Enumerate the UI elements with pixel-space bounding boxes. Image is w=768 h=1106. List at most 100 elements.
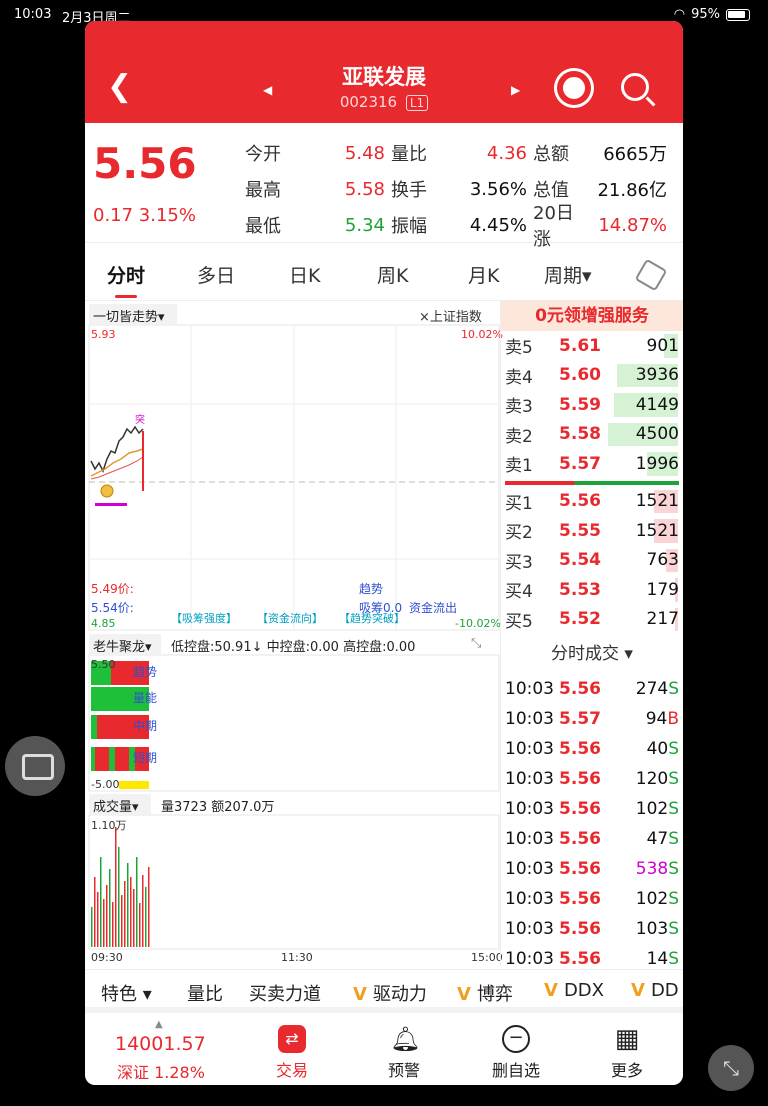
book-price: 5.54 xyxy=(559,550,601,571)
bid-list: 买1 5.56 1521 买2 5.55 1521 买3 5.54 763 买4 5.53 179 买5… xyxy=(501,487,683,635)
ask-row[interactable]: 卖5 5.61 901 xyxy=(501,331,683,361)
sub1-top: 5.50 xyxy=(91,658,116,671)
bid-row[interactable]: 买4 5.53 179 xyxy=(501,575,683,605)
ask-row[interactable]: 卖3 5.59 4149 xyxy=(501,390,683,420)
book-volume: 901 xyxy=(646,335,679,356)
book-volume: 4149 xyxy=(635,394,679,415)
ask-row[interactable]: 卖1 5.57 1996 xyxy=(501,449,683,479)
tool-drive[interactable]: V 驱动力 xyxy=(353,980,427,1006)
tab-daily-k[interactable]: 日K xyxy=(289,261,320,288)
tab-period[interactable]: 周期▾ xyxy=(544,261,592,288)
volume-bar xyxy=(124,881,126,947)
tool-dd[interactable]: V DD xyxy=(631,980,679,1001)
tick-price: 5.56 xyxy=(559,679,601,699)
book-volume: 179 xyxy=(646,579,679,600)
tab-multiday[interactable]: 多日 xyxy=(197,261,235,288)
tool-label: 驱动力 xyxy=(372,984,427,1005)
bid-row[interactable]: 买3 5.54 763 xyxy=(501,546,683,576)
tab-intraday[interactable]: 分时 xyxy=(107,261,145,298)
tick-price: 5.56 xyxy=(559,829,601,849)
promo-banner[interactable]: 0元领增强服务 xyxy=(501,301,683,331)
tool-label: DDX xyxy=(563,980,604,1001)
sub1-label: 趋势 xyxy=(133,665,158,679)
nav-remove-watch[interactable]: − 删自选 xyxy=(486,1025,546,1081)
book-volume: 4500 xyxy=(635,424,679,445)
book-volume: 763 xyxy=(646,550,679,571)
price-change: 0.17 3.15% xyxy=(93,205,196,226)
nav-alert[interactable]: 🔔︎ 预警 xyxy=(374,1025,434,1081)
tick-volume: 14S xyxy=(646,949,679,969)
sub2-selector[interactable]: 成交量▾ xyxy=(93,796,139,815)
tick-row: 10:03 5.56 103S xyxy=(501,914,683,944)
book-price: 5.60 xyxy=(559,365,601,386)
sub1-selector[interactable]: 老牛聚龙▾ xyxy=(93,636,152,655)
ask-row[interactable]: 卖4 5.60 3936 xyxy=(501,361,683,391)
index-value[interactable]: 14001.57 xyxy=(115,1033,206,1055)
book-level-label: 卖2 xyxy=(505,426,533,447)
tick-price: 5.57 xyxy=(559,709,601,729)
quote-value: 6665万 xyxy=(603,144,667,165)
nav-more[interactable]: ▦ 更多 xyxy=(597,1025,657,1081)
volume-bar xyxy=(91,907,93,947)
tick-volume: 103S xyxy=(635,919,679,939)
indicator-selector[interactable]: 一切皆走势▾ xyxy=(93,306,165,325)
vip-icon: V xyxy=(353,984,367,1005)
tick-volume: 40S xyxy=(646,739,679,759)
book-level-label: 买3 xyxy=(505,552,533,573)
quote-label: 最高 xyxy=(245,180,281,201)
tool-buy-sell-force[interactable]: 买卖力道 xyxy=(249,980,321,1006)
book-volume: 1521 xyxy=(635,491,679,512)
volume-bar xyxy=(106,885,108,947)
book-price: 5.53 xyxy=(559,579,601,600)
chat-float-icon[interactable] xyxy=(5,736,65,796)
ticks-header[interactable]: 分时成交 ▾ xyxy=(501,634,683,674)
bid-row[interactable]: 买1 5.56 1521 xyxy=(501,487,683,517)
quote-label: 换手 xyxy=(391,180,427,201)
chart-settings-icon[interactable] xyxy=(634,258,668,292)
tool-label: 博弈 xyxy=(476,984,513,1005)
expand-icon[interactable]: ⤡ xyxy=(471,636,481,651)
tick-volume: 94B xyxy=(645,709,679,729)
volume-axis-top: 1.10万 xyxy=(91,819,127,832)
index-name[interactable]: 深证 1.28% xyxy=(117,1059,205,1083)
overlay-label: 【资金流向】 xyxy=(257,612,323,625)
chart-area[interactable]: 突 一切皆走势▾ ×上证指数 5.93 10.02% 4.85 -10.02% … xyxy=(85,301,503,966)
overlay-label: 【趋势突破】 xyxy=(339,612,405,625)
compare-index[interactable]: ×上证指数 xyxy=(419,306,482,325)
sub1-bottom: -5.00 xyxy=(91,778,120,791)
book-level-label: 卖4 xyxy=(505,367,533,388)
volume-bar xyxy=(112,902,114,947)
chart-svg: 突 xyxy=(85,301,500,966)
search-icon[interactable] xyxy=(621,73,649,101)
quote-value: 5.58 xyxy=(344,178,385,200)
status-time: 10:03 xyxy=(14,7,52,22)
y-axis-top: 5.93 xyxy=(91,328,116,341)
tool-volume-ratio[interactable]: 量比 xyxy=(187,980,223,1006)
tool-game[interactable]: V 博弈 xyxy=(457,980,513,1006)
price-line-label: 5.49价: xyxy=(91,582,134,596)
order-book: 0元领增强服务 卖5 5.61 901 卖4 5.60 3936 卖3 5.59 4149 卖2 5… xyxy=(500,301,683,969)
tab-weekly-k[interactable]: 周K xyxy=(377,261,408,288)
ask-row[interactable]: 卖2 5.58 4500 xyxy=(501,420,683,450)
next-stock-icon[interactable]: ▶ xyxy=(511,83,520,97)
bid-row[interactable]: 买5 5.52 217 xyxy=(501,605,683,635)
tab-monthly-k[interactable]: 月K xyxy=(468,261,499,288)
time-axis-mid: 11:30 xyxy=(281,951,313,964)
tick-time: 10:03 xyxy=(505,889,554,909)
mascot-icon[interactable] xyxy=(557,71,591,105)
volume-bar xyxy=(133,889,135,947)
tool-ddx[interactable]: V DDX xyxy=(544,980,604,1001)
expand-up-icon[interactable]: ▲ xyxy=(155,1019,163,1030)
tool-featured[interactable]: 特色 ▾ xyxy=(101,980,152,1006)
bell-icon: 🔔︎ xyxy=(390,1025,421,1053)
nav-label: 预警 xyxy=(387,1061,420,1080)
ask-list: 卖5 5.61 901 卖4 5.60 3936 卖3 5.59 4149 卖2 5.58 4500 卖… xyxy=(501,331,683,479)
quote-value: 4.36 xyxy=(486,142,527,164)
nav-trade[interactable]: ⇄ 交易 xyxy=(262,1025,322,1081)
quote-grid: 今开 5.48 量比 4.36 总额 6665万 最高 5.58 换手 3.56… xyxy=(245,135,675,251)
book-price: 5.55 xyxy=(559,520,601,541)
bid-row[interactable]: 买2 5.55 1521 xyxy=(501,516,683,546)
quote-value: 5.48 xyxy=(344,142,385,164)
sub1-info: 低控盘:50.91↓ 中控盘:0.00 高控盘:0.00 xyxy=(171,640,416,655)
minimize-float-icon[interactable]: ⤡ xyxy=(708,1045,754,1091)
